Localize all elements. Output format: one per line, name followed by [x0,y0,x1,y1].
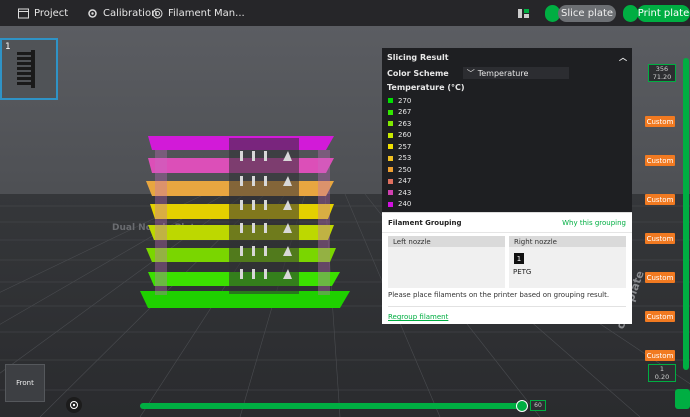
color-scheme-label: Color Scheme [387,68,449,78]
legend-swatch [388,178,393,184]
legend-row: 250 [388,164,626,176]
grouping-note: Please place filaments on the printer ba… [388,291,610,299]
plate-thumbnail[interactable]: 1 [0,38,58,100]
filament-manager-label: Filament Man... [168,7,245,19]
print-dropdown-button[interactable] [623,5,638,22]
color-scheme-row: Color Scheme ﹀ Temperature [382,66,632,80]
layer-top-value: 356 71.20 [648,64,676,82]
filament-grouping-title: Filament Grouping [388,218,462,227]
legend-swatch [388,98,393,104]
legend-swatch [388,132,393,138]
filament-grouping-section: Filament Grouping Why this grouping Left… [382,212,632,324]
panel-title: Slicing Result [387,52,449,62]
move-slider-handle[interactable] [516,400,528,412]
top-layer-number: 356 [655,65,669,73]
legend-label: 257 [398,142,412,151]
legend-row: 240 [388,199,626,211]
view-toggle-icon[interactable] [66,397,82,413]
layers-stack-icon[interactable] [675,389,690,409]
legend-row: 260 [388,130,626,142]
collapse-icon[interactable]: ︿ [619,52,627,63]
slice-plate-button[interactable]: Slice plate [558,5,616,22]
legend-label: 250 [398,165,412,174]
regroup-filament-link[interactable]: Regroup filament [388,313,448,321]
custom-gcode-marker[interactable]: Custom [645,272,675,283]
custom-gcode-marker[interactable]: Custom [645,116,675,127]
legend-swatch [388,121,393,127]
top-toolbar: Project Calibration Filament Man... Slic… [0,0,690,26]
project-tab[interactable]: Project [18,0,68,26]
filament-spool-icon [152,8,163,18]
view-cube[interactable]: Front [5,364,45,402]
legend-row: 247 [388,176,626,188]
custom-gcode-marker[interactable]: Custom [645,194,675,205]
right-nozzle-box: Right nozzle 1 PETG [509,236,626,288]
legend-row: 267 [388,107,626,119]
legend-label: 240 [398,200,412,209]
view-cube-label: Front [16,379,34,387]
legend-label: 260 [398,131,412,140]
legend-row: 243 [388,187,626,199]
legend-swatch [388,190,393,196]
gear-icon [88,8,97,18]
project-label: Project [34,7,69,19]
right-nozzle-label: Right nozzle [509,236,626,247]
why-grouping-link[interactable]: Why this grouping [562,219,626,227]
move-slider-value: 60 [530,400,546,411]
legend-row: 270 [388,95,626,107]
calibration-label: Calibration [103,7,158,19]
legend-label: 267 [398,108,412,117]
thumbnail-model-icon [17,50,35,88]
legend-swatch [388,155,393,161]
custom-gcode-marker[interactable]: Custom [645,155,675,166]
slicing-result-panel: Slicing Result ︿ Color Scheme ﹀ Temperat… [382,48,632,324]
layer-slider[interactable]: 356 71.20 Custom Custom Custom Custom Custom… [645,26,690,417]
move-slider-track[interactable] [140,403,525,409]
print-plate-button[interactable]: Print plate [637,5,690,22]
calibration-tab[interactable]: Calibration [87,0,157,26]
color-scheme-value: Temperature [477,68,529,78]
temperature-legend: 270 267 263 260 257 253 250 247 243 240 [382,94,632,211]
legend-row: 253 [388,153,626,165]
project-icon [18,8,29,18]
custom-gcode-marker[interactable]: Custom [645,311,675,322]
chevron-down-icon: ﹀ [466,68,475,78]
filament-material: PETG [513,268,532,276]
custom-gcode-marker[interactable]: Custom [645,350,675,361]
layer-bottom-value: 1 0.20 [648,364,676,382]
panel-header: Slicing Result ︿ [382,48,632,66]
legend-swatch [388,144,393,150]
color-scheme-select[interactable]: ﹀ Temperature [462,67,569,79]
slicer-app: Project Calibration Filament Man... Slic… [0,0,690,417]
legend-label: 263 [398,119,412,128]
temperature-title: Temperature (°C) [387,82,465,92]
layer-slider-track[interactable] [683,58,689,370]
left-nozzle-box: Left nozzle [388,236,505,288]
legend-label: 243 [398,188,412,197]
divider [388,306,626,307]
legend-swatch [388,167,393,173]
legend-row: 257 [388,141,626,153]
filament-chip[interactable]: 1 [514,253,524,264]
bottom-layer-number: 1 [659,365,665,373]
top-layer-height: 71.20 [652,73,672,81]
legend-row: 263 [388,118,626,130]
legend-label: 247 [398,177,412,186]
legend-label: 253 [398,154,412,163]
legend-swatch [388,109,393,115]
layout-icon[interactable] [518,8,529,19]
legend-label: 270 [398,96,412,105]
filament-grouping-header: Filament Grouping Why this grouping [382,213,632,233]
bottom-layer-height: 0.20 [654,373,670,381]
legend-swatch [388,201,393,207]
3d-viewport[interactable]: Dual Nozzle Plate cool plate [0,26,690,417]
filament-manager-tab[interactable]: Filament Man... [152,0,245,26]
custom-gcode-marker[interactable]: Custom [645,233,675,244]
left-nozzle-label: Left nozzle [388,236,505,247]
